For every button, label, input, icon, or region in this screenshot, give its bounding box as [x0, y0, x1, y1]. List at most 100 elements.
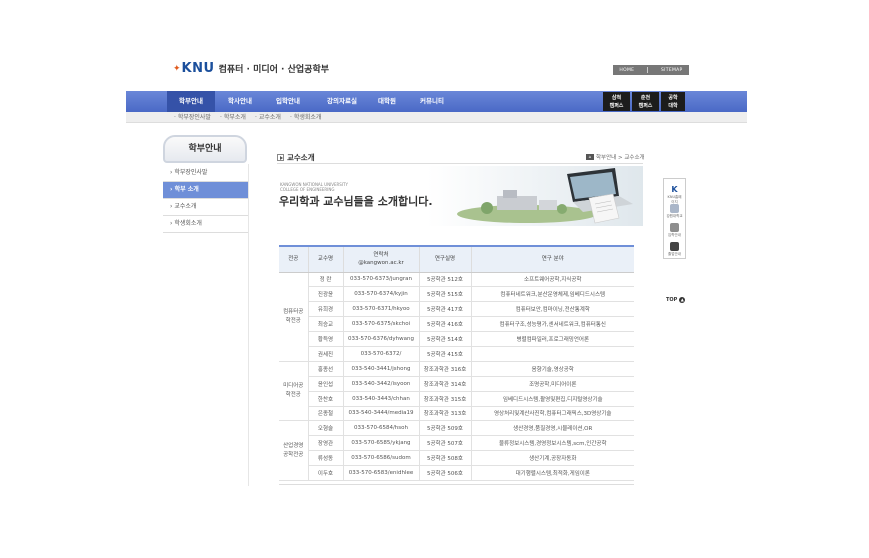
professor-name-cell: 황득영: [307, 331, 343, 347]
office-cell: 5공학관 512호: [418, 272, 471, 288]
sidebar-item-label: 학생회소개: [174, 220, 202, 227]
research-cell: 임베디드시스템,촬영및편집,디지털영상기술: [470, 391, 634, 407]
table-header-row: 전공 교수명 연락처 @kangwon.ac.kr 연구실명 연구 분야: [279, 245, 634, 273]
research-cell: 컴퓨터보안,컴마이닝,전산통계학: [470, 301, 634, 318]
table-row: 이두호 033-570-6583/enidhlee 5공학관 506호 대기행렬시스템…: [279, 465, 634, 481]
quick-item-admission[interactable]: 입학안내: [666, 223, 683, 241]
nav-item-community[interactable]: 커뮤니티: [412, 91, 452, 112]
sidebar-item-professors[interactable]: › 교수소개: [163, 199, 248, 216]
contact-cell: 033-570-6583/enidhlee: [342, 465, 419, 481]
sidebar-item-intro[interactable]: › 학부 소개: [163, 182, 248, 199]
quick-item-university[interactable]: 강원대학교: [666, 204, 683, 222]
top-button[interactable]: TOP ▲: [666, 297, 686, 303]
col-header-office: 연구실명: [418, 245, 471, 273]
sidebar-item-greeting[interactable]: › 학부장인사말: [163, 165, 248, 182]
building-icon: [670, 204, 679, 213]
page-title: 교수소개: [277, 152, 315, 163]
banner-eng-text: KANGWON NATIONAL UNIVERSITY COLLEGE OF E…: [280, 182, 348, 192]
arrow-box-icon: [277, 154, 284, 161]
nav-item-dept-info[interactable]: 학부안내: [167, 91, 215, 112]
nav-item-graduate[interactable]: 대학원: [372, 91, 402, 112]
contact-cell: 033-570-6376/dyhwang: [342, 331, 419, 347]
professor-name-cell: 권세진: [307, 346, 343, 362]
research-cell: 조명공학,미디어이론: [470, 376, 634, 392]
subnav-item-student-council[interactable]: · 학생회소개: [290, 113, 321, 123]
table-row: 한찬호 033-540-3443/chhan 창조과학관 315호 임베디드시스템,촬…: [279, 391, 634, 407]
quick-item-graduation[interactable]: 졸업안내: [666, 242, 683, 260]
contact-cell: 033-570-6372/: [342, 346, 419, 362]
sidebar-item-label: 학부 소개: [174, 186, 199, 193]
major-cell: 컴퓨터공 학전공: [279, 272, 308, 362]
professor-name-cell: 장영관: [307, 435, 343, 452]
table-row: 최승교 033-570-6375/skchoi 5공학관 416호 컴퓨터구조,성능평…: [279, 316, 634, 333]
contact-cell: 033-570-6373/jungran: [342, 272, 419, 288]
contact-cell: 033-570-6584/hsoh: [342, 420, 419, 437]
office-cell: 창조과학관 316호: [418, 361, 471, 377]
professor-name-cell: 최승교: [307, 316, 343, 333]
col-header-research: 연구 분야: [470, 245, 634, 273]
subnav-item-intro[interactable]: · 학부소개: [220, 113, 246, 123]
subnav-item-professors[interactable]: · 교수소개: [255, 113, 281, 123]
breadcrumb-text: 학부안내 > 교수소개: [596, 155, 645, 161]
office-cell: 5공학관 416호: [418, 316, 471, 333]
contact-cell: 033-570-6375/skchoi: [342, 316, 419, 333]
office-cell: 창조과학관 315호: [418, 391, 471, 407]
contact-cell: 033-540-3443/chhan: [342, 391, 419, 407]
contact-cell: 033-540-3444/media19: [342, 406, 419, 422]
sidebar-item-label: 교수소개: [174, 203, 197, 210]
nav-item-lecture[interactable]: 강의자료실: [317, 91, 367, 112]
subnav-item-greeting[interactable]: · 학부장인사말: [174, 113, 211, 123]
subnav-label: 학생회소개: [293, 114, 322, 121]
campus-samcheok-button[interactable]: 삼척 캠퍼스: [603, 92, 630, 111]
graduation-cap-icon: [670, 242, 679, 251]
quick-item-label: KNU홈페이지: [667, 195, 682, 204]
table-row: 미디어공 학전공 홍종선 033-540-3441/jshong 창조과학관 316호…: [279, 361, 634, 422]
top-links-divider: [647, 67, 649, 73]
banner-headline: 우리학과 교수님들을 소개합니다.: [279, 195, 433, 208]
knu-logo-icon: K: [671, 185, 678, 194]
top-links: HOME SITEMAP: [613, 65, 689, 75]
office-cell: 5공학관 515호: [418, 286, 471, 303]
table-row: 황득영 033-570-6376/dyhwang 5공학관 514호 병렬컴파일러,프…: [279, 331, 634, 347]
nav-item-academic[interactable]: 학사안내: [218, 91, 262, 112]
sidebar-item-student-council[interactable]: › 학생회소개: [163, 216, 248, 233]
star-icon: ✦: [173, 63, 181, 74]
col-header-contact: 연락처 @kangwon.ac.kr: [342, 245, 419, 273]
home-icon[interactable]: ⌂: [586, 154, 594, 160]
campus-chuncheon-label: 춘천 캠퍼스: [638, 95, 653, 109]
office-cell: 5공학관 514호: [418, 331, 471, 347]
contact-cell: 033-540-3441/jshong: [342, 361, 419, 377]
professor-name-cell: 홍종선: [307, 361, 343, 377]
campus-chuncheon-button[interactable]: 춘천 캠퍼스: [632, 92, 659, 111]
major-cell: 산업경영 공학전공: [279, 420, 308, 481]
dept-name: 컴퓨터 · 미디어 · 산업공학부: [218, 65, 330, 75]
research-cell: 병렬컴파일러,프로그래밍언어론: [470, 331, 634, 347]
site-logo[interactable]: ✦ KNU 컴퓨터 · 미디어 · 산업공학부: [173, 61, 329, 76]
quick-item-label: 강원대학교: [666, 214, 683, 218]
professor-table: 전공 교수명 연락처 @kangwon.ac.kr 연구실명 연구 분야 컴퓨터…: [279, 245, 634, 481]
professor-name-cell: 진광윤: [307, 286, 343, 303]
engineering-college-label: 공학 대학: [668, 95, 678, 109]
sidebar-item-label: 학부장인사말: [174, 169, 208, 176]
top-label: TOP: [666, 297, 678, 303]
table-row: 유희경 033-570-6371/hkyoo 5공학관 417호 컴퓨터보안,컴마이닝…: [279, 301, 634, 318]
quick-item-label: 졸업안내: [668, 252, 681, 256]
campus-samcheok-label: 삼척 캠퍼스: [609, 95, 624, 109]
professor-name-cell: 오형술: [307, 420, 343, 437]
table-row: 윤인섭 033-540-3442/isyoon 창조과학관 314호 조명공학,미디어…: [279, 376, 634, 392]
engineering-college-button[interactable]: 공학 대학: [661, 92, 685, 111]
research-cell: 음향기술,영상공학: [470, 361, 634, 377]
office-cell: 5공학관 507호: [418, 435, 471, 452]
table-row: 류성동 033-570-6586/sudom 5공학관 508호 생산기계,공장자동화: [279, 450, 634, 467]
research-cell: 물류정보시스템,경영정보시스템,scm,인간공학: [470, 435, 634, 452]
quick-item-knu-home[interactable]: K KNU홈페이지: [666, 185, 683, 204]
sitemap-link[interactable]: SITEMAP: [661, 68, 683, 73]
table-row: 진광윤 033-570-6374/kyjin 5공학관 515호 컴퓨터네트워크,분산…: [279, 286, 634, 303]
research-cell: 컴퓨터구조,성능평가,센서네트워크,컴퓨터통신: [470, 316, 634, 333]
subnav-label: 학부소개: [223, 114, 246, 121]
arrow-up-icon: ▲: [679, 297, 686, 303]
nav-item-admission[interactable]: 입학안내: [266, 91, 310, 112]
home-link[interactable]: HOME: [619, 68, 634, 73]
logo-text: KNU: [181, 61, 215, 76]
pen-icon: [670, 223, 679, 232]
